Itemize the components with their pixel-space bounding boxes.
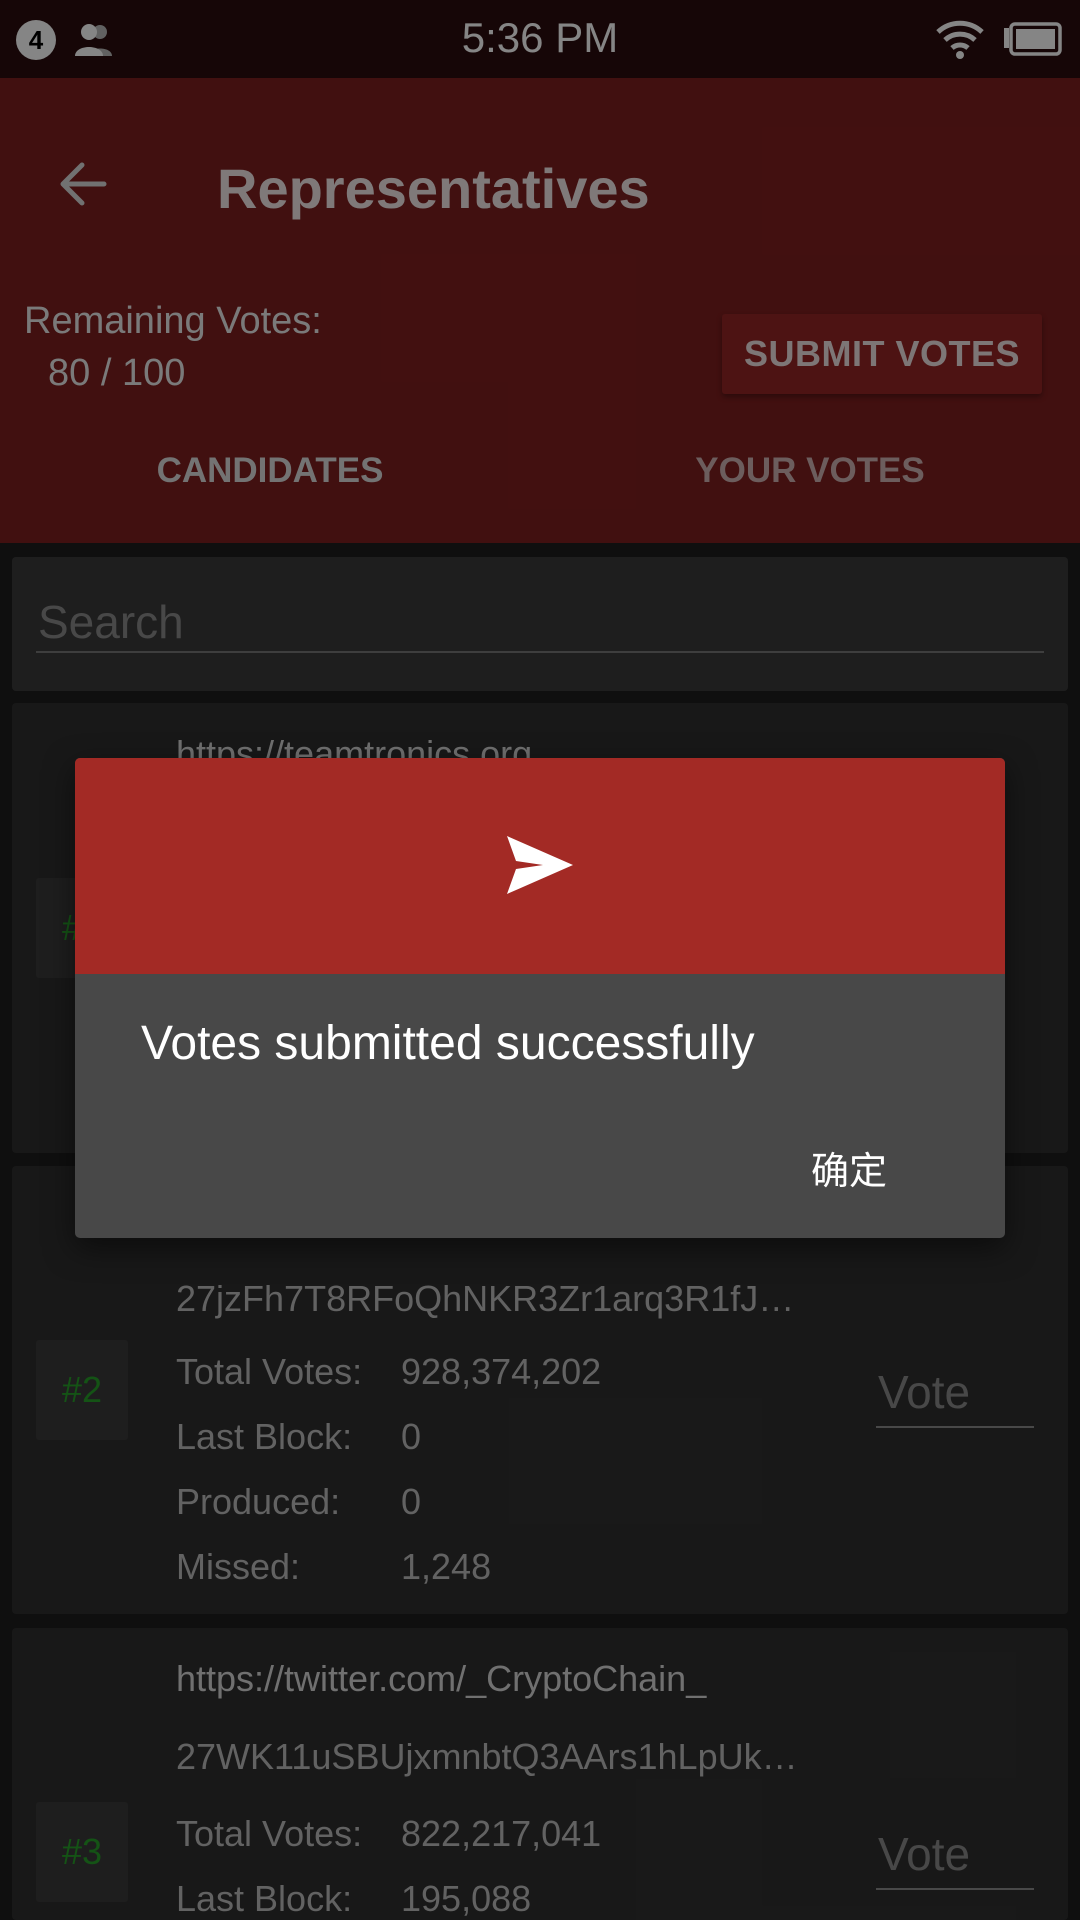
dialog-message: Votes submitted successfully [141,1017,755,1070]
dialog-header [75,758,1005,974]
success-dialog: Votes submitted successfully 确定 [75,758,1005,1238]
dialog-ok-button[interactable]: 确定 [811,1140,887,1195]
send-icon [507,836,573,894]
